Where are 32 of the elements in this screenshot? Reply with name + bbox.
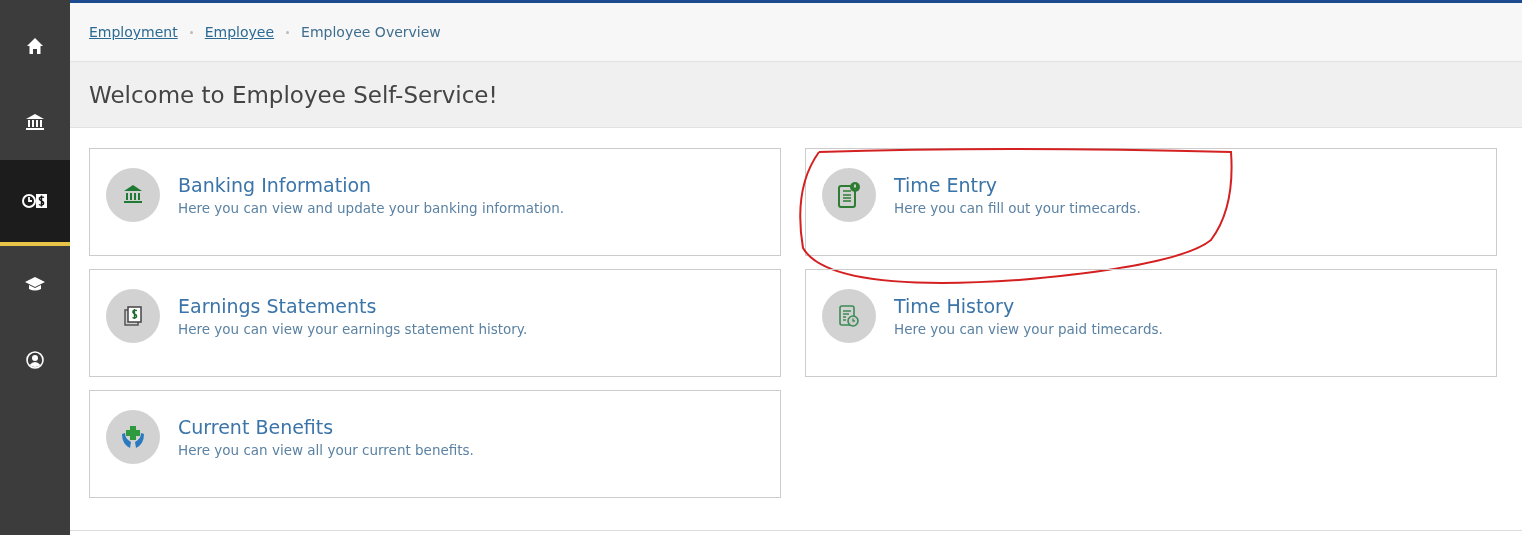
tile-description: Here you can view your earnings statement history. [178,321,528,337]
separator-dot [189,30,193,34]
tile-card[interactable]: Time History Here you can view your paid timecards. [805,269,1497,377]
page-title: Welcome to Employee Self-Service! [89,81,498,108]
dollar-document-icon [123,305,143,327]
tile-card[interactable]: Current Benefits Here you can view all your current benefits. [89,390,781,498]
tile-description: Here you can view and update your banking information. [178,200,565,216]
user-icon [26,351,44,369]
document-clock-icon [838,304,860,328]
tile-description: Here you can fill out your timecards. [894,200,1141,216]
hands-cross-icon [120,424,146,450]
breadcrumb-link[interactable]: Employee [204,24,275,40]
tile-card[interactable]: Earnings Statements Here you can view your earnings statement history. [89,269,781,377]
document-timer-icon [837,181,861,209]
graduation-cap-icon [24,276,46,292]
tile-title[interactable]: Current Benefits [178,416,474,438]
tile-title[interactable]: Banking Information [178,174,565,196]
home-icon [26,37,44,55]
tile-description: Here you can view your paid timecards. [894,321,1163,337]
tile-title[interactable]: Earnings Statements [178,295,528,317]
sidebar-item[interactable] [0,160,70,246]
bank-icon [25,113,45,131]
tile-title[interactable]: Time History [894,295,1163,317]
breadcrumb-link[interactable]: Employment [89,24,178,40]
tile-description: Here you can view all your current benefits. [178,442,474,458]
clock-dollar-icon [22,193,48,209]
tile-title[interactable]: Time Entry [894,174,1141,196]
tile-card[interactable]: Banking Information Here you can view and update your banking information. [89,148,781,256]
breadcrumb-current: Employee Overview [301,24,441,40]
tile-card[interactable]: Time Entry Here you can fill out your timecards. [805,148,1497,256]
bank-icon [122,184,144,206]
separator-dot [286,30,290,34]
